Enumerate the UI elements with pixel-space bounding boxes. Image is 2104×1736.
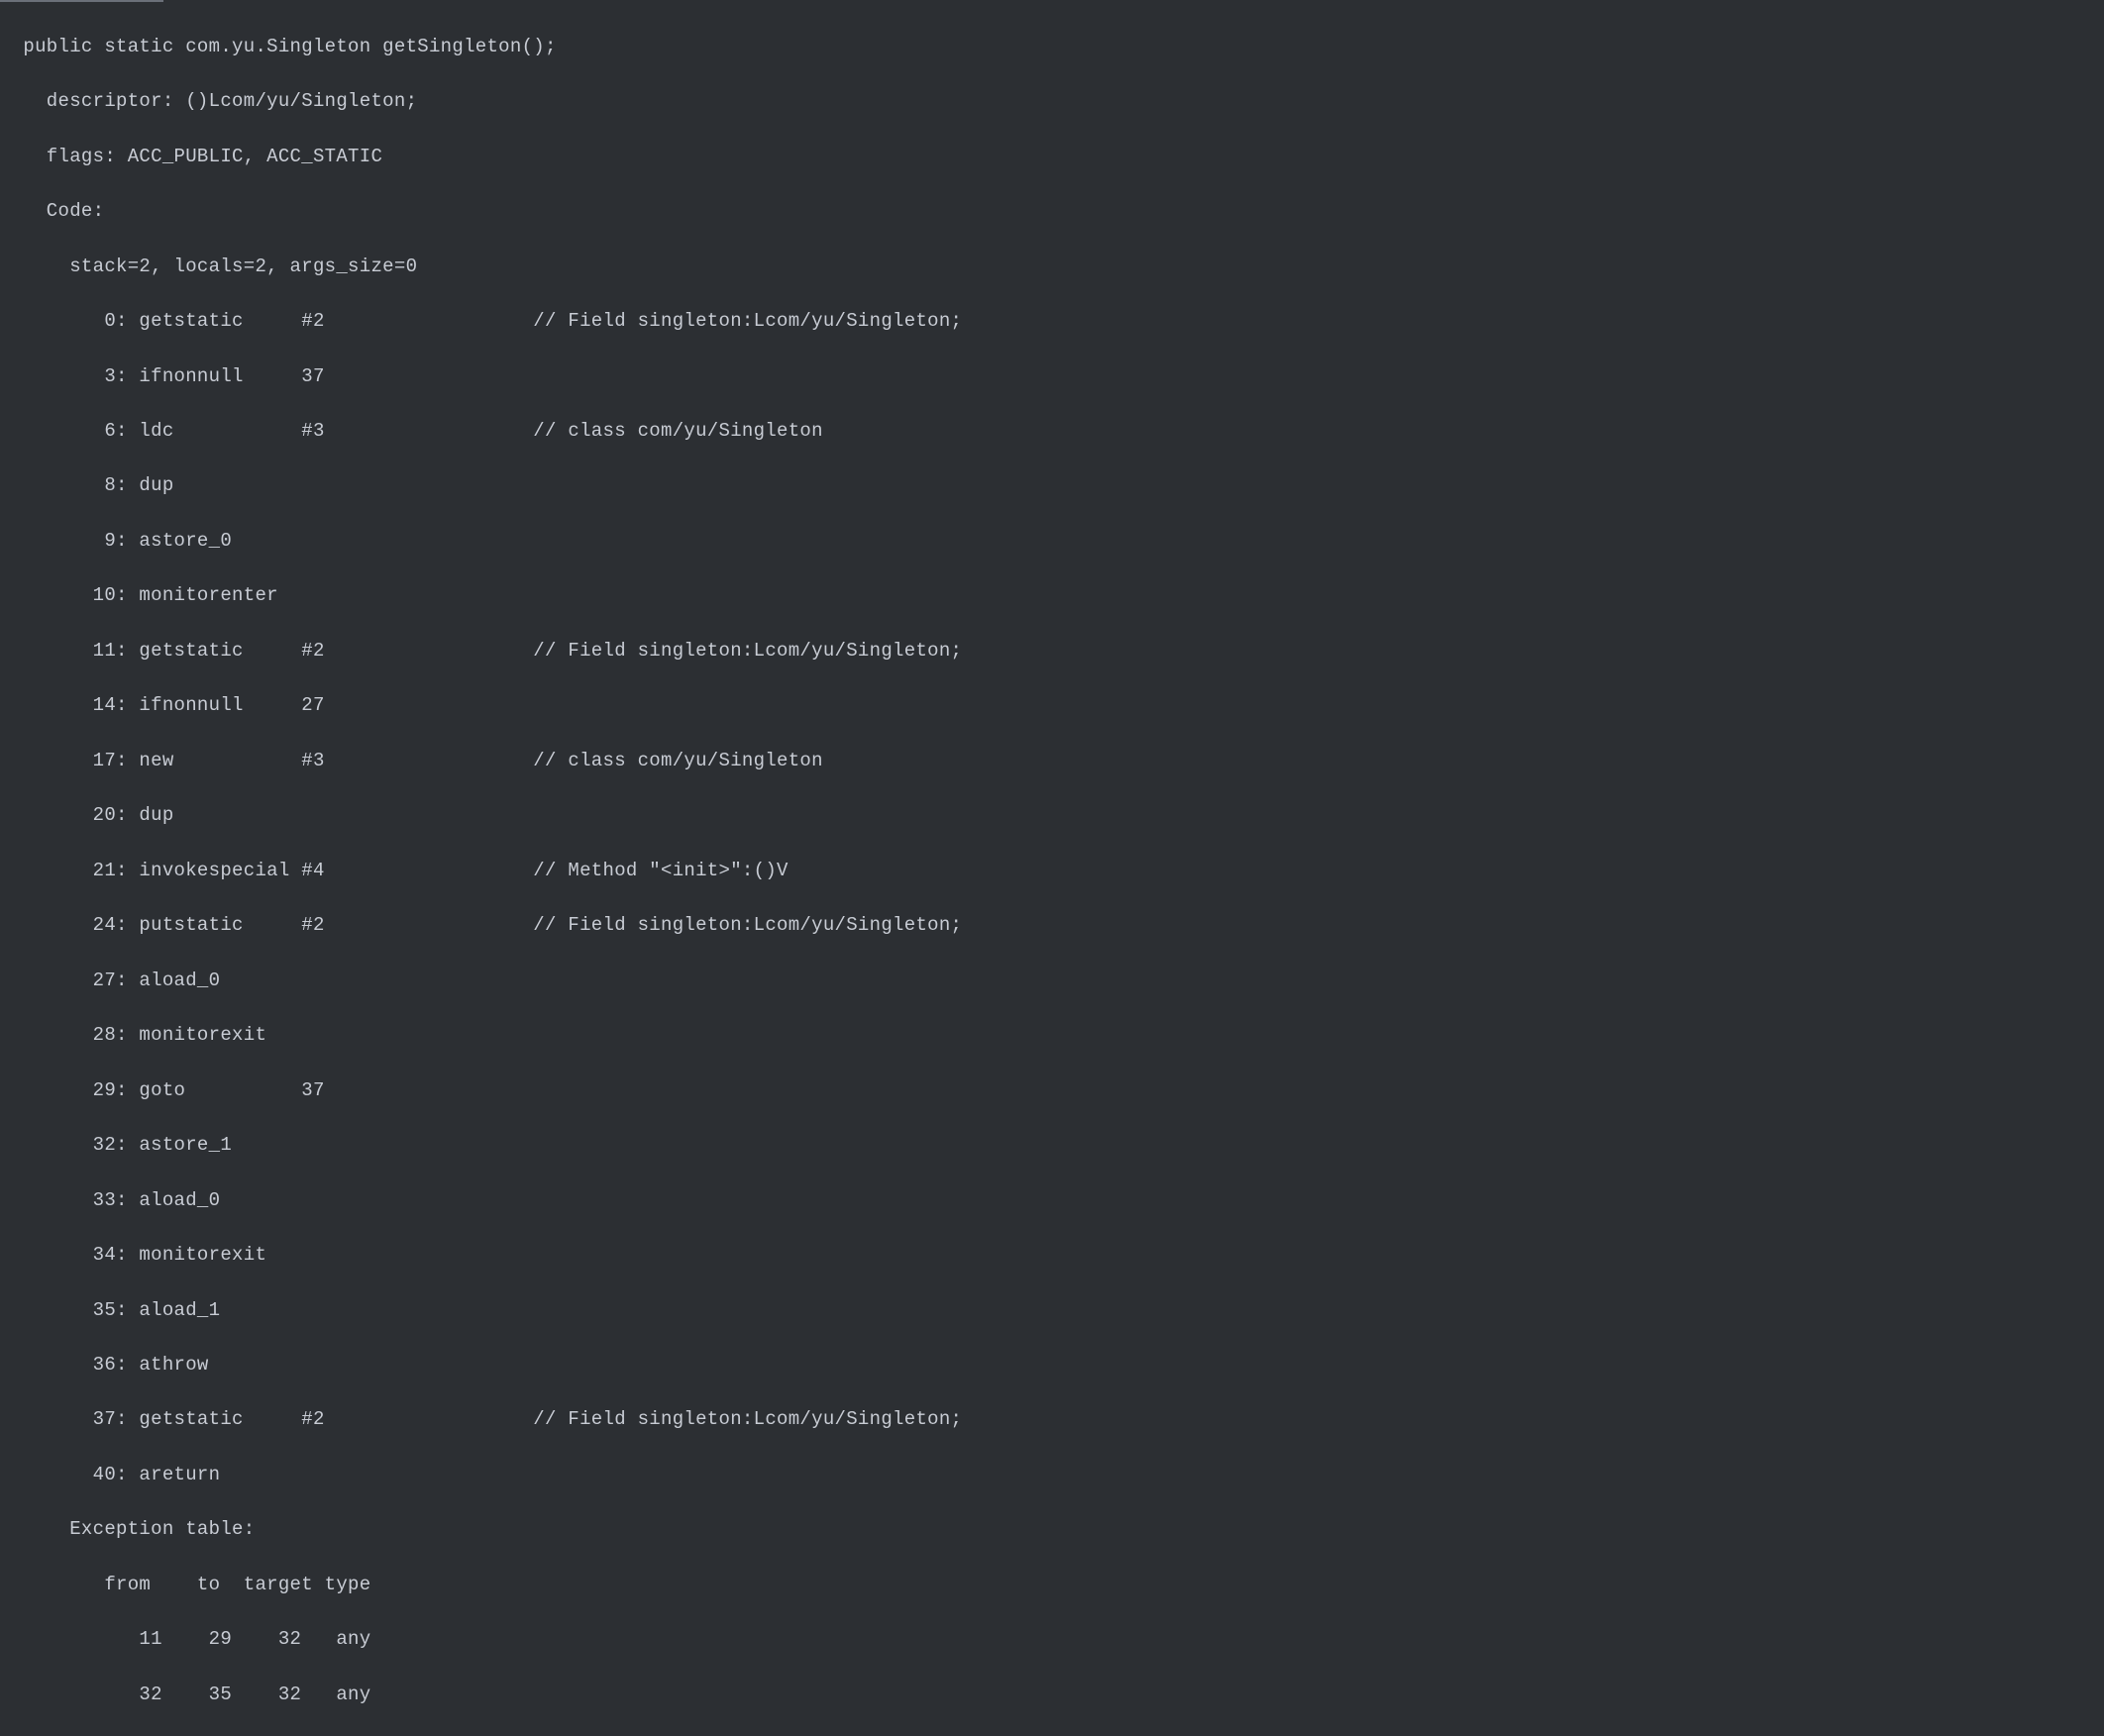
exception-table-label: Exception table: [0,1516,2104,1544]
bytecode-instruction: 33: aload_0 [0,1187,2104,1215]
bytecode-viewer: public static com.yu.Singleton getSingle… [0,0,2104,1736]
bytecode-instruction: 0: getstatic #2 // Field singleton:Lcom/… [0,308,2104,336]
bytecode-instruction: 28: monitorexit [0,1022,2104,1050]
stack-info: stack=2, locals=2, args_size=0 [0,254,2104,281]
method-signature: public static com.yu.Singleton getSingle… [0,34,2104,61]
exception-table-row: 32 35 32 any [0,1682,2104,1709]
bytecode-instruction: 21: invokespecial #4 // Method "<init>":… [0,858,2104,885]
bytecode-instruction: 36: athrow [0,1352,2104,1379]
bytecode-instruction: 20: dup [0,802,2104,830]
bytecode-instruction: 40: areturn [0,1462,2104,1489]
bytecode-instruction: 6: ldc #3 // class com/yu/Singleton [0,418,2104,446]
exception-table-row: 11 29 32 any [0,1626,2104,1654]
bytecode-instruction: 11: getstatic #2 // Field singleton:Lcom… [0,638,2104,665]
bytecode-instruction: 34: monitorexit [0,1242,2104,1270]
bytecode-instruction: 32: astore_1 [0,1132,2104,1160]
tab-indicator [0,0,163,2]
bytecode-instruction: 3: ifnonnull 37 [0,363,2104,391]
flags-line: flags: ACC_PUBLIC, ACC_STATIC [0,144,2104,171]
code-label: Code: [0,198,2104,226]
bytecode-instruction: 27: aload_0 [0,968,2104,995]
bytecode-instruction: 17: new #3 // class com/yu/Singleton [0,748,2104,775]
bytecode-instruction: 37: getstatic #2 // Field singleton:Lcom… [0,1406,2104,1434]
bytecode-instruction: 10: monitorenter [0,582,2104,610]
bytecode-instruction: 35: aload_1 [0,1297,2104,1325]
bytecode-instruction: 14: ifnonnull 27 [0,692,2104,720]
bytecode-instruction: 29: goto 37 [0,1077,2104,1105]
bytecode-instruction: 8: dup [0,472,2104,500]
bytecode-instruction: 24: putstatic #2 // Field singleton:Lcom… [0,912,2104,940]
descriptor-line: descriptor: ()Lcom/yu/Singleton; [0,88,2104,116]
bytecode-instruction: 9: astore_0 [0,528,2104,556]
exception-table-header: from to target type [0,1572,2104,1599]
